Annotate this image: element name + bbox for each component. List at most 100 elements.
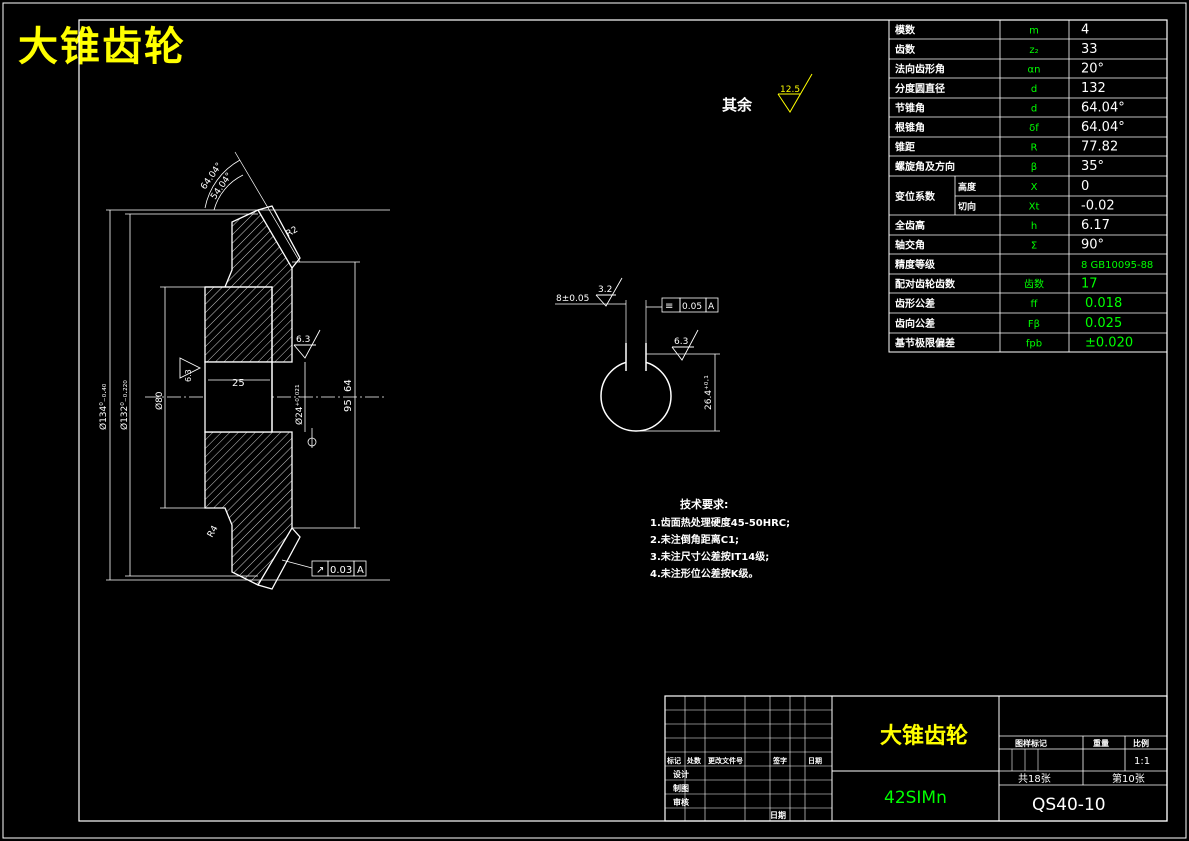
tb-drawing-no: QS40-10 xyxy=(1032,795,1106,815)
param-value: 20° xyxy=(1081,62,1104,77)
rough-32-text: 3.2 xyxy=(598,285,612,295)
param-name: 齿形公差 xyxy=(895,297,935,310)
sym-icon: ≡ xyxy=(665,301,673,312)
param-name: 基节极限偏差 xyxy=(894,337,955,350)
param-symbol: fpb xyxy=(1026,339,1042,350)
param-name: 精度等级 xyxy=(895,258,936,271)
param-name: 轴交角 xyxy=(895,239,925,252)
param-name: 锥距 xyxy=(895,141,915,154)
tb-scale: 1:1 xyxy=(1134,756,1150,767)
keyway-cutout xyxy=(626,343,646,371)
bore-circle xyxy=(600,360,672,432)
tb-role: 设计 xyxy=(673,769,689,779)
param-name: 分度圆直径 xyxy=(895,82,945,95)
tb-material: 42SIMn xyxy=(884,788,947,808)
param-value: 77.82 xyxy=(1081,140,1118,155)
tb-role: 审核 xyxy=(673,797,689,807)
param-value: -0.02 xyxy=(1081,199,1115,214)
param-name: 齿数 xyxy=(895,43,916,56)
tb-header: 签字 xyxy=(772,756,787,765)
dim-outer-text: Ø134⁰₋₀.₄₀ xyxy=(98,383,109,430)
param-name: 配对齿轮齿数 xyxy=(895,278,956,291)
param-value: 64.04° xyxy=(1081,101,1125,116)
lower-section xyxy=(204,431,293,586)
tb-sheet-no: 第10张 xyxy=(1112,772,1145,785)
tb-header: 日期 xyxy=(808,756,822,765)
runout-leader xyxy=(281,559,313,569)
bore xyxy=(204,361,273,433)
dim-hub-text: Ø80 xyxy=(154,391,165,410)
upper-hub xyxy=(204,286,273,363)
sym-datum: A xyxy=(708,302,715,312)
req-heading: 技术要求: xyxy=(680,497,728,511)
param-sub: 切向 xyxy=(958,201,976,213)
surface-label: 其余 xyxy=(722,96,753,114)
param-symbol: Fβ xyxy=(1028,319,1040,330)
param-name: 模数 xyxy=(895,24,916,37)
param-name: 节锥角 xyxy=(895,102,925,115)
param-value: 33 xyxy=(1081,42,1098,57)
param-name: 螺旋角及方向 xyxy=(895,160,955,173)
param-symbol: d xyxy=(1031,84,1037,95)
param-value: 17 xyxy=(1081,277,1098,292)
tb-date-label: 日期 xyxy=(770,810,786,820)
tb-part-name: 大锥齿轮 xyxy=(880,723,968,749)
param-value: 90° xyxy=(1081,238,1104,253)
param-value: ±0.020 xyxy=(1085,336,1133,351)
fillet-bottom-text: R4 xyxy=(206,524,221,540)
param-value: 6.17 xyxy=(1081,218,1110,233)
keyway-width-text: 8±0.05 xyxy=(556,294,589,304)
param-symbol: β xyxy=(1031,162,1037,173)
tb-header: 更改文件号 xyxy=(708,756,743,765)
param-symbol: Σ xyxy=(1031,241,1037,252)
tb-role: 制图 xyxy=(673,783,689,793)
runout-icon: ↗ xyxy=(316,565,324,576)
tb-header: 标记 xyxy=(666,756,681,765)
param-symbol: m xyxy=(1029,26,1039,37)
param-name: 根锥角 xyxy=(895,121,925,134)
tb-sheets-total: 共18张 xyxy=(1018,773,1051,785)
dim-pitch-text: Ø132⁰₋₀.₂₂₀ xyxy=(119,380,130,430)
param-symbol: δf xyxy=(1029,123,1039,134)
param-sub: 高度 xyxy=(958,181,977,193)
fillet-top-text: R2 xyxy=(285,225,300,240)
param-name: 法向齿形角 xyxy=(895,63,945,76)
param-symbol: z₂ xyxy=(1029,45,1038,56)
param-symbol: αn xyxy=(1028,65,1041,76)
gear-section-view: Ø134⁰₋₀.₄₀ Ø132⁰₋₀.₂₂₀ Ø80 Ø24⁺⁰·⁰²¹ 95 … xyxy=(98,151,390,590)
param-symbol: R xyxy=(1031,143,1038,154)
param-name: 齿向公差 xyxy=(895,317,935,330)
tb-left-grid: 标记 处数 更改文件号 签字 日期设计制图审核日期 xyxy=(665,695,832,822)
rough-63-text: 6.3 xyxy=(296,335,310,345)
param-value: 35° xyxy=(1081,159,1104,174)
runout-datum: A xyxy=(357,565,364,576)
param-name: 变位系数 xyxy=(895,190,936,203)
runout-value: 0.03 xyxy=(330,565,352,576)
param-value: 0.025 xyxy=(1085,316,1122,331)
rough-side-text: 6.3 xyxy=(184,369,193,382)
param-symbol: ff xyxy=(1031,299,1039,310)
rough-63b-text: 6.3 xyxy=(674,337,688,347)
req-item-3: 3.未注尺寸公差按IT14级; xyxy=(650,550,769,563)
tb-stage-label: 图样标记 xyxy=(1015,738,1047,748)
param-value: 0 xyxy=(1081,179,1089,194)
param-symbol: h xyxy=(1031,221,1037,232)
drawing-canvas: 其余 12.5 Ø134⁰₋₀.₄₀ Ø132⁰₋₀.₂₂₀ Ø80 Ø24⁺⁰… xyxy=(2,2,1187,839)
dim-64-text: 64 xyxy=(343,379,354,392)
tb-header: 处数 xyxy=(686,756,702,765)
param-value: 64.04° xyxy=(1081,120,1125,135)
dim-95-text: 95 xyxy=(343,399,354,412)
parameter-table: 模数 m 4 齿数 z₂ 33 法向齿形角 αn 20° 分度圆直径 d 132 节锥角 d 64.04° 根… xyxy=(888,19,1168,353)
keyway-view: 8±0.05 3.2 ≡ 0.05 A 6.3 26.4⁺⁰·¹ xyxy=(555,277,720,432)
req-item-4: 4.未注形位公差按K级。 xyxy=(650,567,759,580)
sym-value: 0.05 xyxy=(682,302,702,312)
tb-weight-label: 重量 xyxy=(1093,738,1109,748)
tech-requirements: 技术要求: 1.齿面热处理硬度45-50HRC; 2.未注倒角距离C1; 3.未… xyxy=(650,497,790,580)
outer-border xyxy=(2,2,1187,839)
param-name: 全齿高 xyxy=(894,219,925,232)
param-symbol: Xt xyxy=(1029,202,1040,213)
req-item-2: 2.未注倒角距离C1; xyxy=(650,533,739,546)
surface-note: 其余 12.5 xyxy=(722,73,813,114)
param-value: 132 xyxy=(1081,81,1106,96)
req-item-1: 1.齿面热处理硬度45-50HRC; xyxy=(650,516,790,529)
